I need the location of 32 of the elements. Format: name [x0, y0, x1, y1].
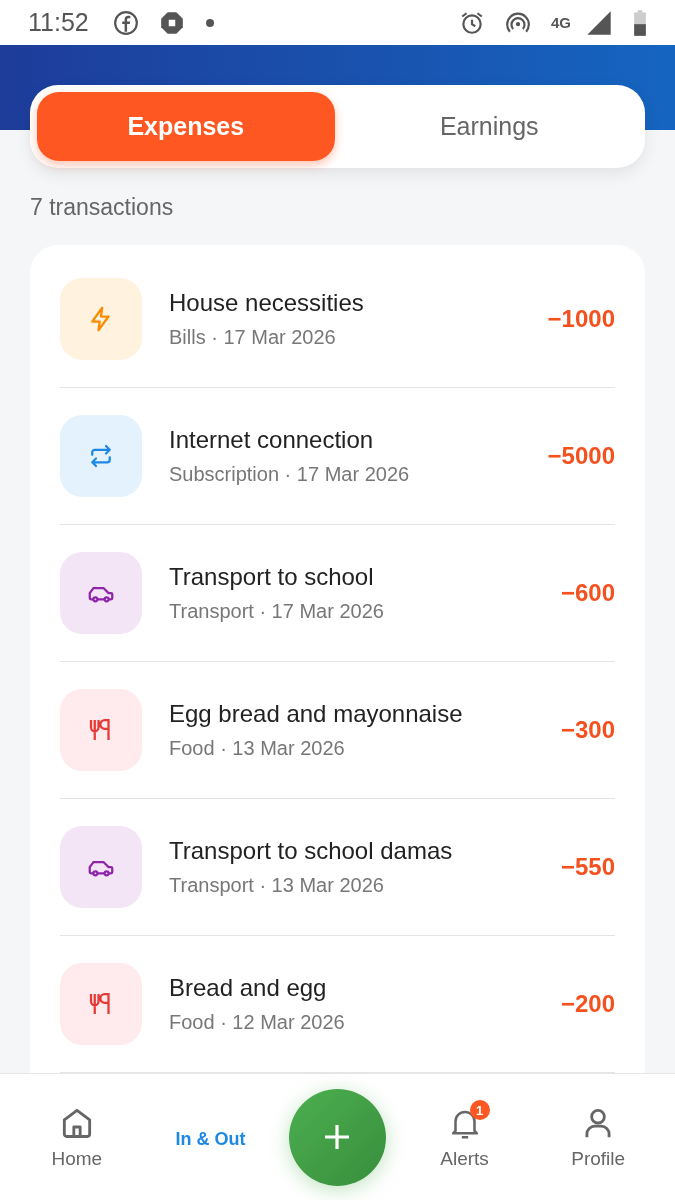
tab[interactable]: Expenses — [37, 92, 335, 161]
add-button[interactable] — [289, 1088, 386, 1186]
signal-icon — [585, 8, 613, 37]
notification-badge: 1 — [469, 1100, 490, 1120]
transaction-meta: Food · 12 Mar 2026 — [169, 1011, 346, 1034]
nav-item[interactable]: Profile — [543, 1104, 654, 1170]
transaction-meta: Transport · 17 Mar 2026 — [169, 600, 385, 623]
transaction-amount: −550 — [560, 853, 615, 881]
dot-icon — [204, 17, 215, 28]
transaction-title: Bread and egg — [169, 974, 328, 1002]
transaction-title: Egg bread and mayonnaise — [169, 700, 464, 728]
transaction-amount: −1000 — [547, 305, 615, 333]
transaction-amount: −300 — [560, 716, 615, 744]
facebook-icon — [112, 9, 139, 36]
network-label: 4G — [551, 14, 571, 31]
transaction-meta: Subscription · 17 Mar 2026 — [169, 463, 411, 486]
tab[interactable]: Earnings — [340, 92, 638, 161]
transaction-amount: −600 — [560, 579, 615, 607]
nav-item[interactable]: In & Out — [155, 1128, 266, 1150]
nav-item[interactable]: Home — [21, 1104, 132, 1170]
transaction-title: Internet connection — [169, 426, 375, 454]
transaction-meta: Bills · 17 Mar 2026 — [169, 326, 337, 349]
transaction-amount: −5000 — [547, 442, 615, 470]
transaction-count: 7 transactions — [30, 194, 175, 221]
transaction-title: House necessities — [169, 289, 365, 317]
battery-icon — [633, 8, 647, 37]
transaction-meta: Transport · 13 Mar 2026 — [169, 874, 385, 897]
transaction-title: Transport to school damas — [169, 837, 454, 865]
transaction-title: Transport to school — [169, 563, 375, 591]
status-time: 11:52 — [28, 8, 89, 37]
transaction-amount: −200 — [560, 990, 615, 1018]
transaction-meta: Food · 13 Mar 2026 — [169, 737, 346, 760]
